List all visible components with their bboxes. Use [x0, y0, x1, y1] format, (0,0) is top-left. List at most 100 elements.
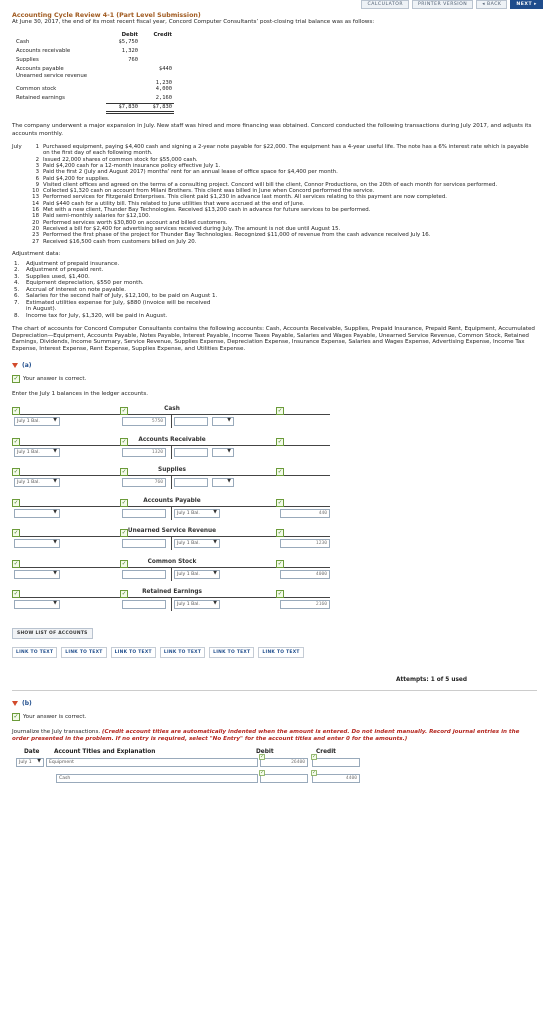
debit-date-select[interactable]: ▼ — [14, 539, 60, 549]
next-button[interactable]: NEXT ▸ — [510, 0, 543, 9]
part-b-header[interactable]: (b) — [12, 700, 537, 707]
link-to-text-button[interactable]: LINK TO TEXT — [159, 647, 206, 659]
amount-value: 1320 — [151, 449, 163, 455]
transaction-day: 27 — [32, 238, 39, 245]
debit-amount-input[interactable] — [122, 539, 166, 549]
dropdown-arrow-icon: ▼ — [213, 601, 217, 607]
debit-amount-input[interactable] — [122, 508, 166, 518]
debit-amount: $5,750 — [118, 39, 138, 46]
back-button[interactable]: ◂ BACK — [476, 0, 508, 9]
credit-amount-input[interactable]: 2160 — [280, 600, 330, 610]
account-name: Common stock — [16, 86, 57, 93]
transaction-row: 27 Received $16,500 cash from customers b… — [12, 239, 537, 245]
account-name: Unearned service revenue — [16, 73, 88, 80]
credit-date-select[interactable]: ▼ — [212, 417, 234, 427]
ledger-account: Common Stock ▼ July 1 Bal. ▼ 4000 ✓ ✓ ✓ — [12, 558, 332, 581]
ledger-account-name: Common Stock — [147, 558, 197, 565]
credit-input[interactable] — [312, 758, 360, 768]
part-a-header[interactable]: (a) — [12, 362, 537, 369]
date-value: July 1 Bal. — [177, 602, 200, 608]
account-name: Accounts receivable — [16, 48, 71, 54]
debit-amount-input[interactable]: 760 — [122, 478, 166, 488]
part-a-prompt: Enter the July 1 balances in the ledger … — [12, 390, 149, 397]
check-icon: ✓ — [120, 529, 128, 538]
ledger-account-name: Cash — [164, 406, 180, 413]
chart-of-accounts-text: The chart of accounts for Concord Comput… — [12, 326, 535, 352]
link-to-text-button[interactable]: LINK TO TEXT — [12, 647, 58, 659]
credit-amount-input[interactable]: 440 — [280, 508, 330, 518]
ledger-account: Supplies July 1 Bal. ▼ 760 ▼ ✓ ✓ ✓ — [12, 467, 332, 490]
adjustment-text: Income tax for July, $1,320, will be pai… — [26, 312, 168, 319]
account-title-input[interactable]: Equipment — [46, 758, 258, 768]
credit-amount-input[interactable] — [174, 417, 208, 427]
check-icon: ✓ — [12, 713, 20, 722]
date-select[interactable]: July 1 ▼ — [16, 758, 44, 768]
debit-input[interactable]: 26400 — [260, 758, 308, 768]
debit-amount-input[interactable]: 1320 — [122, 447, 166, 457]
debit-input[interactable] — [260, 774, 308, 784]
debit-amount-input[interactable]: 5750 — [122, 417, 166, 427]
dropdown-arrow-icon: ▼ — [227, 479, 231, 485]
debit-amount — [106, 66, 140, 75]
dropdown-arrow-icon: ▼ — [227, 448, 231, 454]
dropdown-arrow-icon: ▼ — [213, 509, 217, 515]
problem-title: Accounting Cycle Review 4-1 (Part Level … — [12, 12, 201, 19]
credit-amount-input[interactable] — [174, 478, 208, 488]
transaction-month: July — [12, 144, 22, 151]
debit-amount-input[interactable] — [122, 600, 166, 610]
account-title-input[interactable]: Cash — [56, 774, 258, 784]
transactions-list: July 1 Purchased equipment, paying $4,400 … — [12, 144, 537, 245]
check-icon: ✓ — [311, 754, 317, 760]
ledger-account-name: Supplies — [158, 467, 186, 474]
credit-amount-input[interactable]: 4000 — [280, 569, 330, 579]
check-icon: ✓ — [276, 498, 284, 507]
debit-date-select[interactable]: ▼ — [14, 569, 60, 579]
debit-date-select[interactable]: July 1 Bal. ▼ — [14, 478, 60, 488]
credit-date-select[interactable]: July 1 Bal. ▼ — [174, 569, 220, 579]
amount-value: 5750 — [151, 419, 163, 425]
debit-date-select[interactable]: July 1 Bal. ▼ — [14, 417, 60, 427]
ledger-accounts: Cash July 1 Bal. ▼ 5750 ▼ ✓ ✓ ✓ Accounts Receiva… — [12, 406, 537, 624]
credit-amount-input[interactable]: 1230 — [280, 539, 330, 549]
journal-entries: July 1 ▼ Equipment 26400 ✓ ✓ Cash 4400 ✓ ✓ — [12, 754, 537, 808]
link-to-text-button[interactable]: LINK TO TEXT — [258, 647, 304, 659]
amount-value: 2160 — [315, 602, 327, 608]
link-to-text-button[interactable]: LINK TO TEXT — [110, 647, 156, 659]
credit-date-select[interactable]: ▼ — [212, 447, 234, 457]
check-icon: ✓ — [276, 529, 284, 538]
printer-version-button[interactable]: PRINTER VERSION — [412, 0, 474, 9]
debit-amount-input[interactable] — [122, 569, 166, 579]
check-icon: ✓ — [12, 407, 20, 416]
debit-amount: 760 — [128, 56, 138, 63]
debit-amount — [106, 74, 140, 86]
check-icon: ✓ — [276, 437, 284, 446]
debit-amount — [106, 95, 140, 104]
link-to-text-button[interactable]: LINK TO TEXT — [61, 647, 107, 659]
link-to-text-button[interactable]: LINK TO TEXT — [209, 647, 255, 659]
part-a-correct-text: Your answer is correct. — [23, 375, 87, 382]
debit-date-select[interactable]: ▼ — [14, 508, 60, 518]
ledger-account-name: Retained Earnings — [142, 589, 202, 596]
credit-amount — [140, 39, 174, 48]
debit-date-select[interactable]: ▼ — [14, 600, 60, 610]
check-icon: ✓ — [120, 407, 128, 416]
credit-input[interactable]: 4400 — [312, 774, 360, 784]
check-icon: ✓ — [12, 529, 20, 538]
credit-date-select[interactable]: ▼ — [212, 478, 234, 488]
credit-date-select[interactable]: July 1 Bal. ▼ — [174, 508, 220, 518]
dropdown-arrow-icon: ▼ — [227, 418, 231, 424]
debit-date-select[interactable]: July 1 Bal. ▼ — [14, 447, 60, 457]
credit-amount — [140, 48, 174, 57]
adjustment-text: Estimated utilities expense for July, $8… — [26, 299, 211, 313]
credit-amount-input[interactable] — [174, 447, 208, 457]
credit-date-select[interactable]: July 1 Bal. ▼ — [174, 600, 220, 610]
ledger-account: Retained Earnings ▼ July 1 Bal. ▼ 2160 ✓ ✓ ✓ — [12, 589, 332, 612]
calculator-button[interactable]: CALCULATOR — [361, 0, 410, 9]
credit-date-select[interactable]: July 1 Bal. ▼ — [174, 539, 220, 549]
amount-value: 1230 — [315, 541, 327, 547]
show-list-of-accounts-button[interactable]: SHOW LIST OF ACCOUNTS — [12, 628, 93, 640]
total-debit: $7,830 — [106, 103, 140, 115]
trial-balance-table: Debit Credit Cash $5,750 Accounts receivab… — [14, 30, 174, 115]
transaction-text: Purchased equipment, paying $4,400 cash … — [43, 144, 529, 157]
date-value: July 1 — [19, 760, 32, 766]
